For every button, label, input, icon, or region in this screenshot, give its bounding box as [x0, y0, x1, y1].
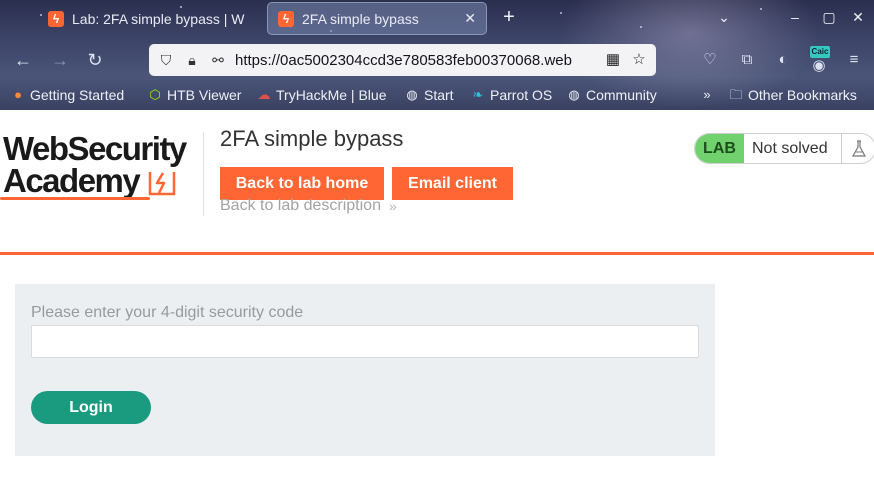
logo-bolt-icon [148, 172, 176, 196]
web-security-academy-logo[interactable]: WebSecurity Academy [0, 130, 200, 202]
logo-underline [0, 197, 150, 200]
back-to-lab-description-label: Back to lab description [220, 197, 381, 214]
bookmark-start[interactable]: ◍ Start [404, 86, 454, 104]
forward-icon[interactable]: → [50, 50, 70, 70]
cube-icon: ⬡ [149, 87, 161, 102]
firefox-icon: ● [14, 87, 22, 102]
tab-lab-page[interactable]: ϟ Lab: 2FA simple bypass | W [38, 2, 264, 35]
menu-icon[interactable]: ≡ [844, 50, 864, 70]
shield-icon[interactable]: ⛉ [157, 51, 175, 69]
bookmark-label: Other Bookmarks [748, 87, 857, 103]
back-to-lab-description-link[interactable]: Back to lab description » [220, 197, 397, 215]
folder-icon: 🗀 [729, 87, 743, 102]
bookmarks-bar: ● Getting Started ⬡ HTB Viewer ☁ TryHack… [0, 82, 874, 108]
lab-status-pill: LAB [695, 134, 744, 163]
portswigger-favicon-icon: ϟ [278, 10, 294, 27]
bookmark-label: TryHackMe | Blue [276, 87, 387, 103]
parrot-icon: ❧ [472, 87, 484, 102]
cloud-icon: ☁ [257, 87, 271, 102]
tab-2fa-simple-bypass[interactable]: ϟ 2FA simple bypass ✕ [267, 2, 487, 35]
bookmark-label: Parrot OS [490, 87, 553, 103]
flask-icon [841, 134, 874, 163]
page-content: WebSecurity Academy 2FA simple bypass Ba… [0, 110, 874, 478]
minimize-icon[interactable]: – [786, 8, 804, 26]
bookmark-label: Getting Started [30, 87, 125, 103]
tab-title: Lab: 2FA simple bypass | W [72, 10, 245, 27]
bookmark-community[interactable]: ◍ Community [566, 86, 657, 104]
tab-bar: ϟ Lab: 2FA simple bypass | W ϟ 2FA simpl… [0, 0, 874, 38]
navigation-bar: ← → ↻ ⛉ 🔒︎ ⚯ https://0ac5002304ccd3e7805… [0, 40, 874, 80]
security-code-form: Please enter your 4-digit security code … [15, 284, 715, 456]
reload-icon[interactable]: ↻ [85, 50, 105, 70]
double-chevron-right-icon: » [388, 198, 397, 214]
bookmark-getting-started[interactable]: ● Getting Started [10, 86, 124, 104]
lock-icon[interactable]: 🔒︎ [183, 51, 201, 69]
bookmark-label: HTB Viewer [167, 87, 242, 103]
extensions-icon[interactable]: ⧉ [737, 50, 757, 70]
foxyproxy-icon[interactable]: ◐ [773, 50, 793, 70]
header-divider [203, 132, 204, 216]
bookmark-parrot-os[interactable]: ❧ Parrot OS [470, 86, 553, 104]
logo-line-2: Academy [3, 162, 141, 199]
header-separator [0, 252, 874, 255]
maximize-icon[interactable]: ▢ [820, 8, 838, 26]
login-button[interactable]: Login [31, 391, 151, 424]
url-bar[interactable]: ⛉ 🔒︎ ⚯ https://0ac5002304ccd3e780583feb0… [149, 44, 656, 76]
lab-title: 2FA simple bypass [220, 126, 404, 151]
lab-status-text: Not solved [752, 139, 828, 157]
globe-icon: ◍ [406, 87, 418, 102]
bookmark-htb-viewer[interactable]: ⬡ HTB Viewer [147, 86, 241, 104]
tab-title: 2FA simple bypass [302, 10, 419, 27]
other-bookmarks-folder[interactable]: 🗀 Other Bookmarks [728, 86, 857, 104]
logo-line-1: WebSecurity [3, 130, 187, 167]
lab-status-widget: LAB Not solved [694, 133, 874, 164]
globe-icon: ◍ [568, 87, 580, 102]
new-tab-button[interactable]: + [498, 6, 520, 28]
pocket-icon[interactable]: ♡ [700, 50, 720, 70]
back-to-lab-home-button[interactable]: Back to lab home [220, 167, 384, 200]
bookmark-star-icon[interactable]: ☆ [630, 51, 648, 69]
security-code-input[interactable] [31, 325, 699, 358]
close-tab-icon[interactable]: ✕ [464, 10, 476, 27]
cookie-editor-icon[interactable]: ◉ [809, 56, 829, 76]
browser-chrome: ϟ Lab: 2FA simple bypass | W ϟ 2FA simpl… [0, 0, 874, 110]
close-window-icon[interactable]: ✕ [849, 8, 867, 26]
back-icon[interactable]: ← [13, 50, 33, 70]
portswigger-favicon-icon: ϟ [48, 10, 64, 27]
bookmark-label: Community [586, 87, 657, 103]
qr-code-icon[interactable]: ▦ [604, 51, 622, 69]
permissions-icon[interactable]: ⚯ [209, 51, 227, 69]
url-text[interactable]: https://0ac5002304ccd3e780583feb00370068… [235, 52, 596, 69]
list-all-tabs-icon[interactable]: ⌄ [715, 8, 733, 26]
security-code-label: Please enter your 4-digit security code [31, 304, 304, 321]
more-bookmarks-chevron-icon[interactable]: » [699, 86, 719, 104]
bookmark-tryhackme-blue[interactable]: ☁ TryHackMe | Blue [256, 86, 387, 104]
bookmark-label: Start [424, 87, 454, 103]
email-client-button[interactable]: Email client [392, 167, 513, 200]
